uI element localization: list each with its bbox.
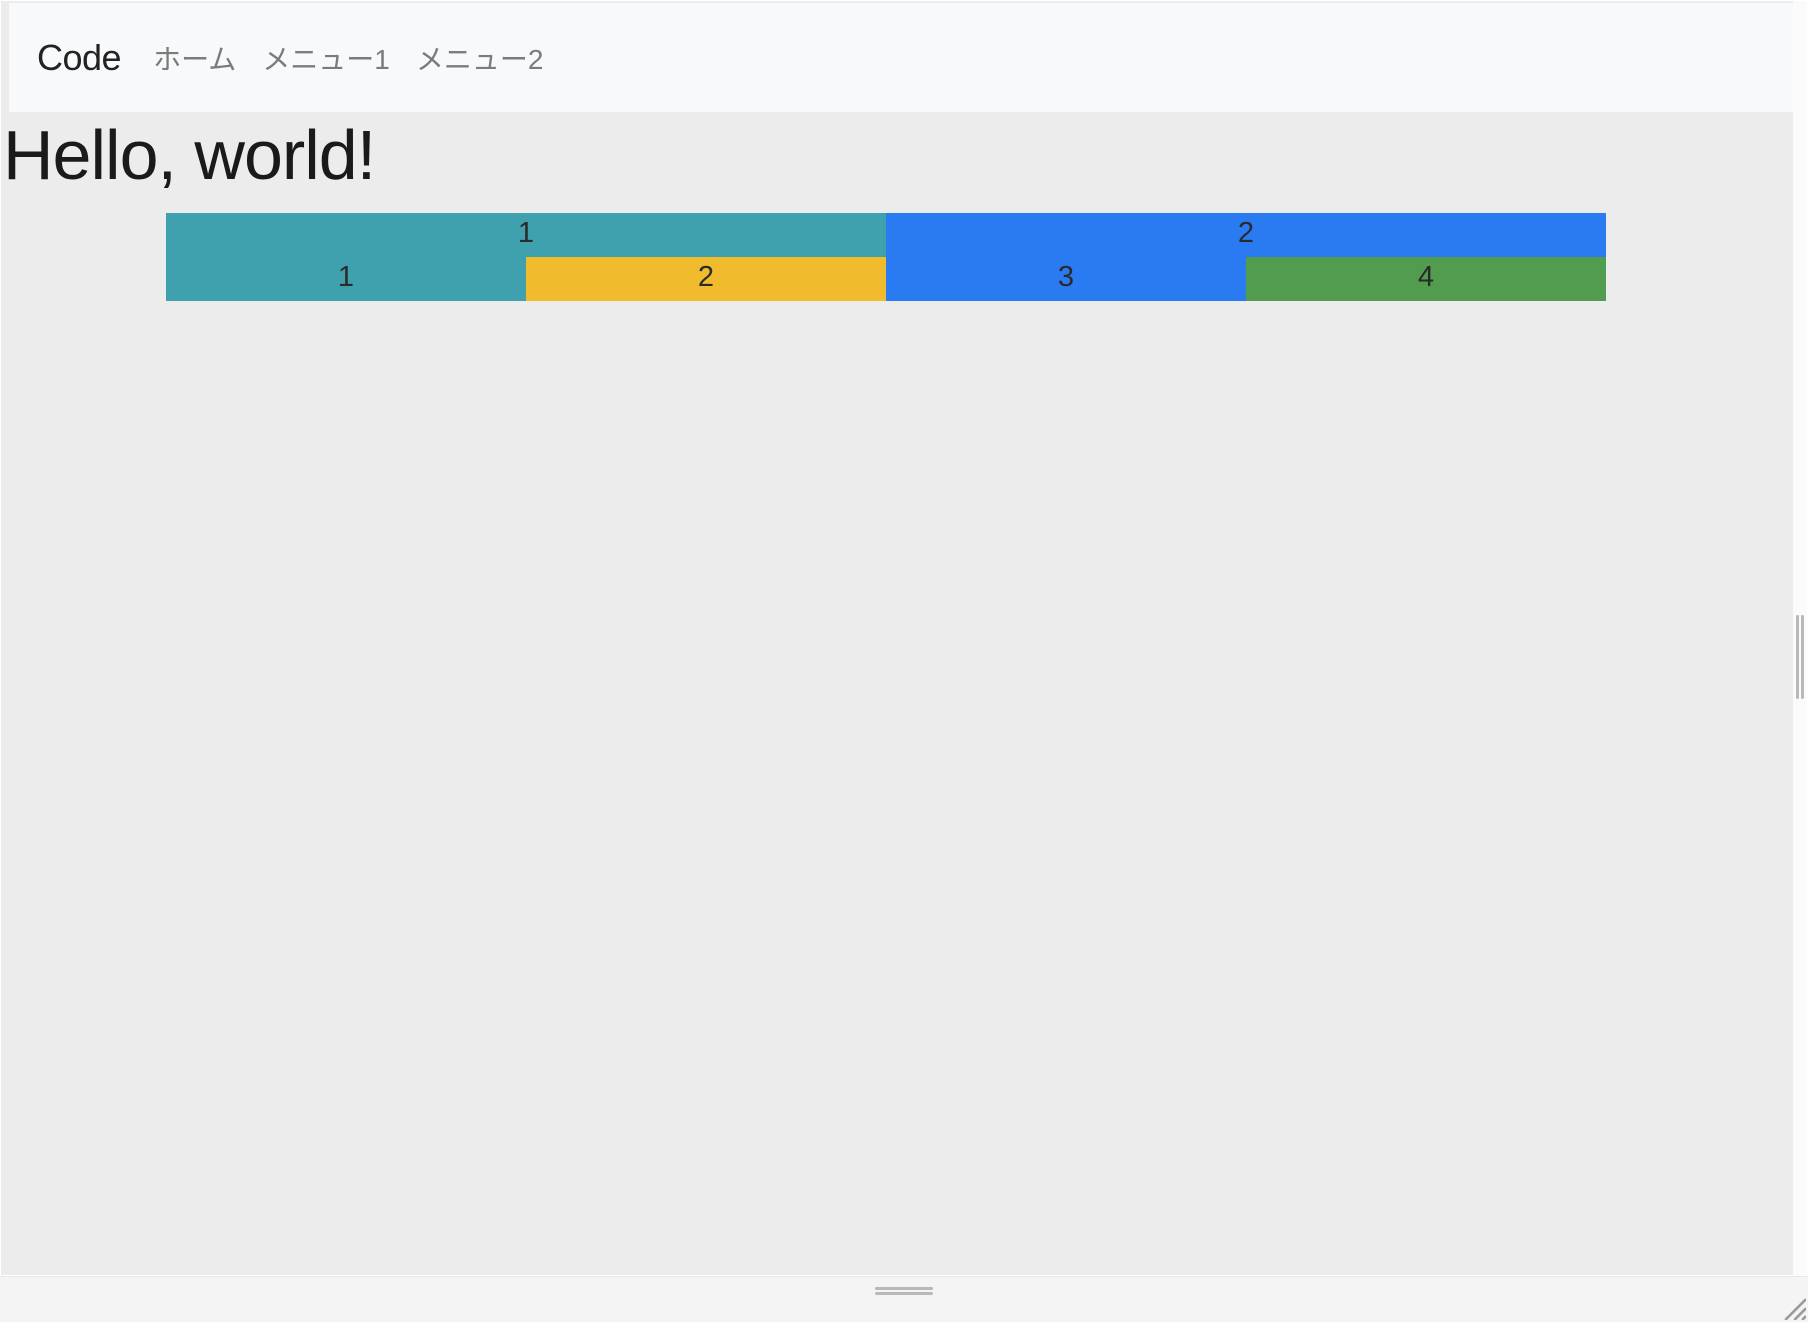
bottom-panel xyxy=(0,1276,1808,1322)
content: Hello, world! 1 2 1 2 3 4 xyxy=(1,113,1793,301)
nav-links: ホーム メニュー1 メニュー2 xyxy=(153,38,543,78)
grid-row-2: 1 2 3 4 xyxy=(166,257,1606,301)
nav-link-menu1[interactable]: メニュー1 xyxy=(262,38,390,78)
vertical-scrollbar-thumb[interactable] xyxy=(1794,615,1806,699)
preview-pane: Code ホーム メニュー1 メニュー2 Hello, world! 1 2 1… xyxy=(0,0,1808,1276)
grid-row-1: 1 2 xyxy=(166,213,1606,257)
vertical-scrollbar[interactable] xyxy=(1793,1,1807,1277)
page-heading: Hello, world! xyxy=(3,115,1793,195)
grid-cell: 1 xyxy=(166,257,526,301)
nav-link-home[interactable]: ホーム xyxy=(153,38,236,78)
grid-cell: 4 xyxy=(1246,257,1606,301)
grid-cell: 1 xyxy=(166,213,886,257)
grid-cell: 3 xyxy=(886,257,1246,301)
grid-cell: 2 xyxy=(526,257,886,301)
grid-cell: 2 xyxy=(886,213,1606,257)
nav-link-menu2[interactable]: メニュー2 xyxy=(416,38,544,78)
navbar: Code ホーム メニュー1 メニュー2 xyxy=(9,3,1793,112)
horizontal-splitter-handle[interactable] xyxy=(875,1287,933,1297)
grid-container: 1 2 1 2 3 4 xyxy=(166,213,1606,301)
brand[interactable]: Code xyxy=(37,37,121,79)
resize-grip-icon[interactable] xyxy=(1780,1294,1806,1320)
